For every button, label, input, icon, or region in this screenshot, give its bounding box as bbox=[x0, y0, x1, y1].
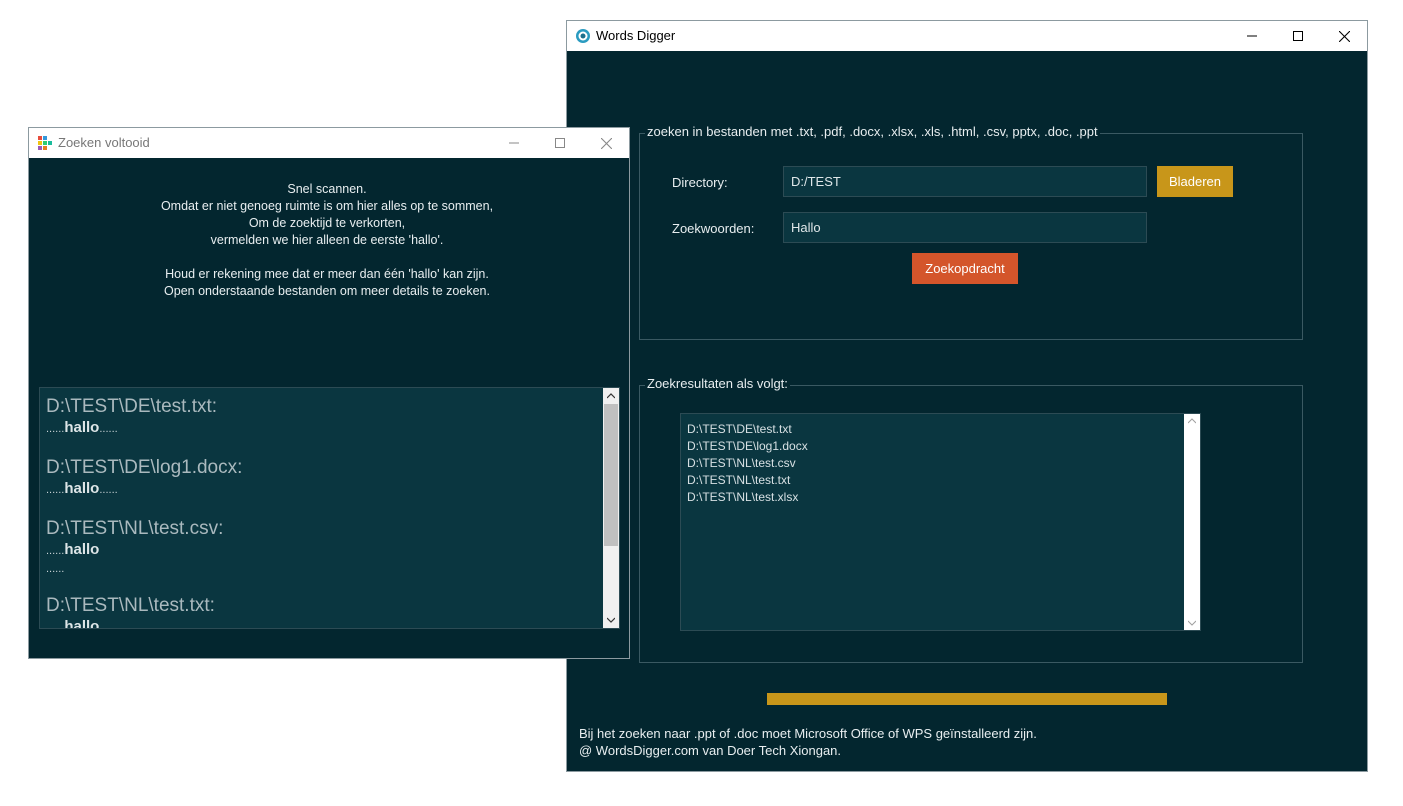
dialog-entries: D:\TEST\DE\test.txt: ......hallo...... D:\… bbox=[46, 396, 596, 629]
scroll-thumb[interactable] bbox=[604, 404, 618, 546]
entry-snippet: ......hallo bbox=[46, 540, 596, 561]
dialog-message: Snel scannen. Omdat er niet genoeg ruimte… bbox=[29, 181, 625, 300]
dialog-titlebar[interactable]: Zoeken voltooid bbox=[29, 128, 629, 158]
footer-note: Bij het zoeken naar .ppt of .doc moet Mi… bbox=[579, 726, 1037, 741]
result-item[interactable]: D:\TEST\NL\test.csv bbox=[687, 455, 808, 472]
snippet-match: hallo bbox=[64, 541, 100, 558]
footer-copyright: @ WordsDigger.com van Doer Tech Xiongan. bbox=[579, 743, 842, 758]
entry: D:\TEST\NL\test.csv: ......hallo...... bbox=[46, 518, 596, 577]
snippet-post: ...... bbox=[99, 423, 118, 435]
message-line: Open onderstaande bestanden om meer deta… bbox=[164, 284, 490, 298]
message-line: Snel scannen. bbox=[287, 182, 367, 196]
directory-label: Directory: bbox=[672, 175, 728, 190]
dialog-close-button[interactable] bbox=[583, 128, 629, 158]
message-line: vermelden we hier alleen de eerste 'hall… bbox=[210, 233, 444, 247]
snippet-match: hallo bbox=[64, 480, 100, 497]
message-line bbox=[29, 249, 625, 266]
snippet-match: hallo bbox=[64, 618, 100, 629]
result-item[interactable]: D:\TEST\DE\test.txt bbox=[687, 421, 808, 438]
words-digger-app-icon bbox=[576, 29, 590, 43]
progress-bar-fill bbox=[767, 693, 1167, 705]
directory-input[interactable]: D:/TEST bbox=[783, 166, 1147, 197]
snippet-post: ...... bbox=[99, 484, 118, 496]
entry-path: D:\TEST\DE\log1.docx: bbox=[46, 457, 243, 478]
results-items: D:\TEST\DE\test.txt D:\TEST\DE\log1.docx D… bbox=[687, 421, 808, 506]
result-item[interactable]: D:\TEST\NL\test.txt bbox=[687, 472, 808, 489]
message-line: Omdat er niet genoeg ruimte is om hier a… bbox=[160, 199, 494, 213]
search-complete-dialog: Zoeken voltooid Snel scannen. Omdat er ni… bbox=[28, 127, 630, 659]
snippet-extra: ...... bbox=[46, 563, 65, 575]
message-line: Om de zoektijd te verkorten, bbox=[248, 216, 406, 230]
keywords-label: Zoekwoorden: bbox=[672, 221, 755, 236]
entry: D:\TEST\DE\log1.docx: ......hallo...... bbox=[46, 457, 596, 500]
file-types-label: zoeken in bestanden met .txt, .pdf, .doc… bbox=[645, 124, 1100, 139]
close-button[interactable] bbox=[1321, 21, 1367, 51]
minimize-icon bbox=[1247, 35, 1257, 37]
close-icon bbox=[600, 137, 612, 149]
keywords-input[interactable]: Hallo bbox=[783, 212, 1147, 243]
entry: D:\TEST\NL\test.txt: ......hallo...... bbox=[46, 595, 596, 629]
result-item[interactable]: D:\TEST\NL\test.xlsx bbox=[687, 489, 808, 506]
scroll-up-arrow-icon[interactable] bbox=[1188, 418, 1196, 424]
scroll-down-arrow-icon[interactable] bbox=[607, 617, 615, 623]
main-window: Words Digger zoeken in bestanden met .tx… bbox=[566, 20, 1368, 772]
snippet-pre: ...... bbox=[46, 545, 65, 557]
main-titlebar[interactable]: Words Digger bbox=[567, 21, 1367, 51]
entry-path: D:\TEST\DE\test.txt: bbox=[46, 396, 218, 417]
snippet-post: ...... bbox=[99, 622, 118, 629]
snippet-match: hallo bbox=[64, 419, 100, 436]
snippet-pre: ...... bbox=[46, 423, 65, 435]
snippet-pre: ...... bbox=[46, 622, 65, 629]
dialog-results-box[interactable]: D:\TEST\DE\test.txt: ......hallo...... D:\… bbox=[39, 387, 620, 629]
maximize-icon bbox=[555, 138, 565, 148]
results-list[interactable]: D:\TEST\DE\test.txt D:\TEST\DE\log1.docx D… bbox=[680, 413, 1201, 631]
result-item[interactable]: D:\TEST\DE\log1.docx bbox=[687, 438, 808, 455]
results-label: Zoekresultaten als volgt: bbox=[645, 376, 790, 391]
dialog-maximize-button[interactable] bbox=[537, 128, 583, 158]
search-button[interactable]: Zoekopdracht bbox=[912, 253, 1018, 284]
entry-path: D:\TEST\NL\test.txt: bbox=[46, 595, 215, 616]
progress-bar bbox=[767, 693, 1167, 705]
results-scrollbar[interactable] bbox=[1184, 414, 1200, 630]
maximize-icon bbox=[1293, 31, 1303, 41]
entry: D:\TEST\DE\test.txt: ......hallo...... bbox=[46, 396, 596, 439]
entry-path: D:\TEST\NL\test.csv: bbox=[46, 518, 224, 539]
minimize-icon bbox=[509, 142, 519, 144]
entry-snippet: ......hallo...... bbox=[46, 617, 596, 629]
snippet-pre: ...... bbox=[46, 484, 65, 496]
dialog-minimize-button[interactable] bbox=[491, 128, 537, 158]
scroll-down-arrow-icon[interactable] bbox=[1188, 620, 1196, 626]
entry-snippet: ......hallo...... bbox=[46, 479, 596, 500]
entry-snippet: ......hallo...... bbox=[46, 418, 596, 439]
scroll-up-arrow-icon[interactable] bbox=[607, 393, 615, 399]
dialog-title: Zoeken voltooid bbox=[58, 135, 150, 150]
message-line: Houd er rekening mee dat er meer dan één… bbox=[165, 267, 489, 281]
close-icon bbox=[1338, 30, 1350, 42]
minimize-button[interactable] bbox=[1229, 21, 1275, 51]
maximize-button[interactable] bbox=[1275, 21, 1321, 51]
main-window-title: Words Digger bbox=[596, 28, 676, 43]
browse-button[interactable]: Bladeren bbox=[1157, 166, 1233, 197]
dialog-app-icon bbox=[38, 136, 52, 150]
dialog-scrollbar[interactable] bbox=[603, 388, 619, 628]
